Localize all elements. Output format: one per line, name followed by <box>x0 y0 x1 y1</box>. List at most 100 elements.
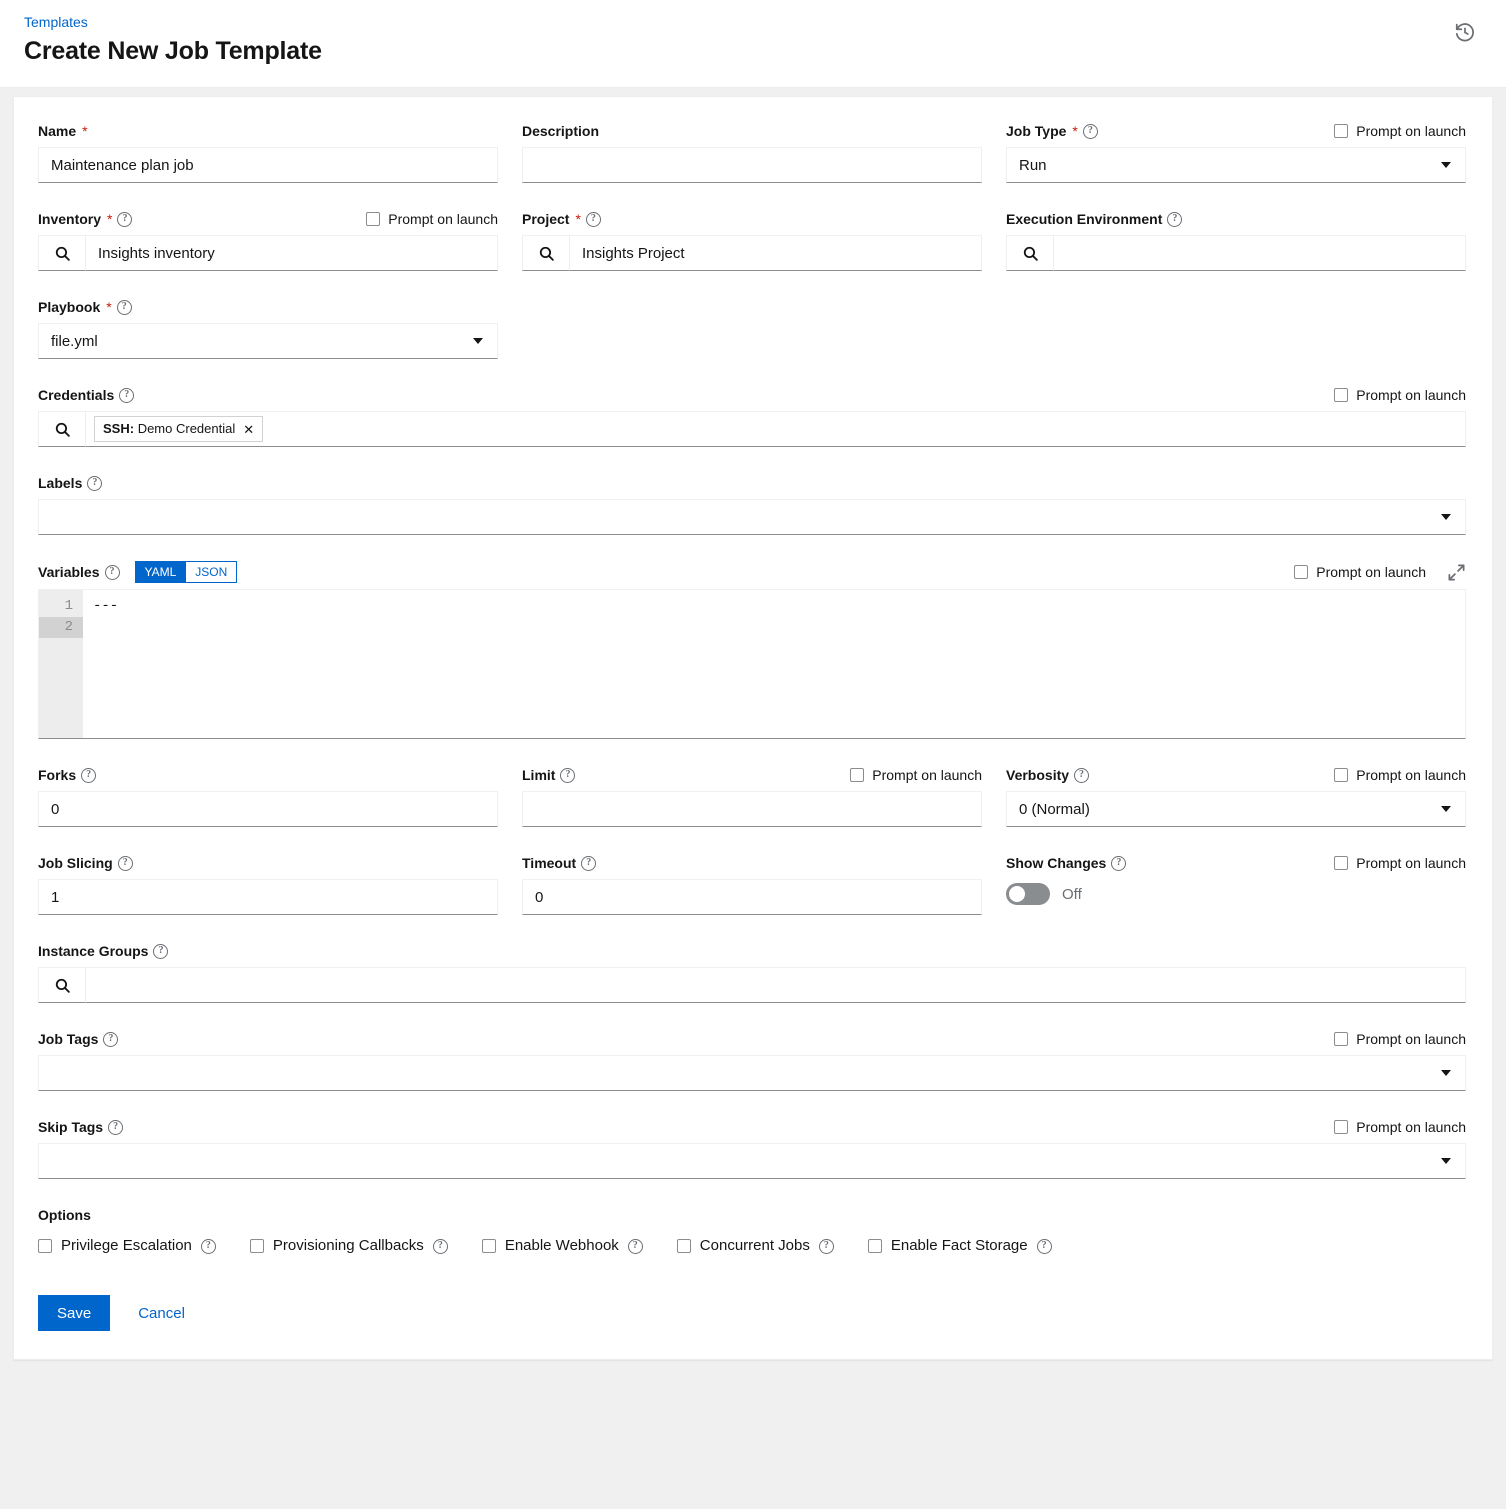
search-icon[interactable] <box>522 235 570 271</box>
show-changes-prompt-on-launch[interactable]: Prompt on launch <box>1334 854 1466 872</box>
enable-webhook-help-icon[interactable]: ? <box>628 1239 643 1254</box>
show-changes-switch-row: Off <box>1006 879 1466 909</box>
checkbox-icon[interactable] <box>482 1239 496 1253</box>
instance-groups-help-icon[interactable]: ? <box>153 944 168 959</box>
privilege-escalation-help-icon[interactable]: ? <box>201 1239 216 1254</box>
execution-environment-help-icon[interactable]: ? <box>1167 212 1182 227</box>
project-input[interactable] <box>570 235 982 271</box>
option-privilege-escalation[interactable]: Privilege Escalation ? <box>38 1237 216 1255</box>
timeout-help-icon[interactable]: ? <box>581 856 596 871</box>
expand-arrows-icon[interactable] <box>1447 563 1466 582</box>
name-required-marker: * <box>82 124 87 138</box>
job-type-select[interactable]: Run <box>1006 147 1466 183</box>
job-type-help-icon[interactable]: ? <box>1083 124 1098 139</box>
forks-help-icon[interactable]: ? <box>81 768 96 783</box>
checkbox-icon[interactable] <box>868 1239 882 1253</box>
checkbox-icon[interactable] <box>1294 565 1308 579</box>
variables-label: Variables <box>38 562 100 582</box>
page-title: Create New Job Template <box>24 34 1482 68</box>
inventory-typeahead <box>38 235 498 271</box>
checkbox-icon[interactable] <box>366 212 380 226</box>
checkbox-icon[interactable] <box>1334 1120 1348 1134</box>
job-slicing-help-icon[interactable]: ? <box>118 856 133 871</box>
option-enable-webhook[interactable]: Enable Webhook ? <box>482 1237 643 1255</box>
inventory-prompt-on-launch[interactable]: Prompt on launch <box>366 210 498 228</box>
chevron-down-icon <box>473 338 483 344</box>
inventory-input[interactable] <box>86 235 498 271</box>
limit-input[interactable] <box>522 791 982 827</box>
job-type-required-marker: * <box>1072 124 1077 138</box>
instance-groups-input[interactable] <box>86 967 1466 1003</box>
labels-select[interactable] <box>38 499 1466 535</box>
inventory-required-marker: * <box>107 212 112 226</box>
option-provisioning-callbacks[interactable]: Provisioning Callbacks ? <box>250 1237 448 1255</box>
job-tags-help-icon[interactable]: ? <box>103 1032 118 1047</box>
labels-help-icon[interactable]: ? <box>87 476 102 491</box>
checkbox-icon[interactable] <box>1334 768 1348 782</box>
verbosity-select[interactable]: 0 (Normal) <box>1006 791 1466 827</box>
variables-help-icon[interactable]: ? <box>105 565 120 580</box>
name-input[interactable] <box>38 147 498 183</box>
history-icon[interactable] <box>1452 19 1478 48</box>
search-icon[interactable] <box>1006 235 1054 271</box>
search-icon[interactable] <box>38 235 86 271</box>
execution-environment-input[interactable] <box>1054 235 1466 271</box>
variables-code-editor[interactable]: 1 2 --- <box>38 589 1466 739</box>
checkbox-icon[interactable] <box>250 1239 264 1253</box>
timeout-input[interactable] <box>522 879 982 915</box>
description-input[interactable] <box>522 147 982 183</box>
field-instance-groups: Instance Groups ? <box>38 941 1466 1003</box>
option-enable-fact-storage[interactable]: Enable Fact Storage ? <box>868 1237 1052 1255</box>
credentials-help-icon[interactable]: ? <box>119 388 134 403</box>
provisioning-callbacks-help-icon[interactable]: ? <box>433 1239 448 1254</box>
checkbox-icon[interactable] <box>1334 856 1348 870</box>
description-label: Description <box>522 121 599 141</box>
verbosity-help-icon[interactable]: ? <box>1074 768 1089 783</box>
job-tags-prompt-on-launch[interactable]: Prompt on launch <box>1334 1030 1466 1048</box>
playbook-help-icon[interactable]: ? <box>117 300 132 315</box>
show-changes-help-icon[interactable]: ? <box>1111 856 1126 871</box>
search-icon[interactable] <box>38 967 86 1003</box>
breadcrumb-templates-link[interactable]: Templates <box>24 12 88 32</box>
enable-fact-storage-help-icon[interactable]: ? <box>1037 1239 1052 1254</box>
option-concurrent-jobs[interactable]: Concurrent Jobs ? <box>677 1237 834 1255</box>
concurrent-jobs-help-icon[interactable]: ? <box>819 1239 834 1254</box>
forks-input[interactable] <box>38 791 498 827</box>
skip-tags-prompt-on-launch[interactable]: Prompt on launch <box>1334 1118 1466 1136</box>
limit-help-icon[interactable]: ? <box>560 768 575 783</box>
credentials-prompt-on-launch[interactable]: Prompt on launch <box>1334 386 1466 404</box>
prompt-on-launch-label: Prompt on launch <box>388 210 498 228</box>
variables-format-yaml-button[interactable]: YAML <box>135 561 187 583</box>
search-icon[interactable] <box>38 411 86 447</box>
checkbox-icon[interactable] <box>677 1239 691 1253</box>
prompt-on-launch-label: Prompt on launch <box>1356 766 1466 784</box>
playbook-select[interactable]: file.yml <box>38 323 498 359</box>
checkbox-icon[interactable] <box>850 768 864 782</box>
header-actions <box>1452 19 1478 48</box>
show-changes-toggle[interactable] <box>1006 883 1050 905</box>
verbosity-prompt-on-launch[interactable]: Prompt on launch <box>1334 766 1466 784</box>
credentials-chip-area[interactable]: SSH: Demo Credential ✕ <box>86 411 1466 447</box>
limit-prompt-on-launch[interactable]: Prompt on launch <box>850 766 982 784</box>
save-button[interactable]: Save <box>38 1295 110 1331</box>
prompt-on-launch-label: Prompt on launch <box>872 766 982 784</box>
playbook-row-filler-b <box>1006 297 1466 359</box>
close-icon[interactable]: ✕ <box>243 423 254 436</box>
timeout-label: Timeout <box>522 853 576 873</box>
skip-tags-help-icon[interactable]: ? <box>108 1120 123 1135</box>
variables-prompt-on-launch[interactable]: Prompt on launch <box>1294 563 1426 581</box>
checkbox-icon[interactable] <box>1334 388 1348 402</box>
cancel-button[interactable]: Cancel <box>128 1305 195 1322</box>
checkbox-icon[interactable] <box>1334 1032 1348 1046</box>
checkbox-icon[interactable] <box>1334 124 1348 138</box>
checkbox-icon[interactable] <box>38 1239 52 1253</box>
inventory-help-icon[interactable]: ? <box>117 212 132 227</box>
job-slicing-input[interactable] <box>38 879 498 915</box>
credential-chip-prefix: SSH: <box>103 421 134 436</box>
skip-tags-select[interactable] <box>38 1143 1466 1179</box>
job-type-prompt-on-launch[interactable]: Prompt on launch <box>1334 122 1466 140</box>
editor-content[interactable]: --- <box>83 590 1465 738</box>
job-tags-select[interactable] <box>38 1055 1466 1091</box>
variables-format-json-button[interactable]: JSON <box>186 561 237 583</box>
project-help-icon[interactable]: ? <box>586 212 601 227</box>
